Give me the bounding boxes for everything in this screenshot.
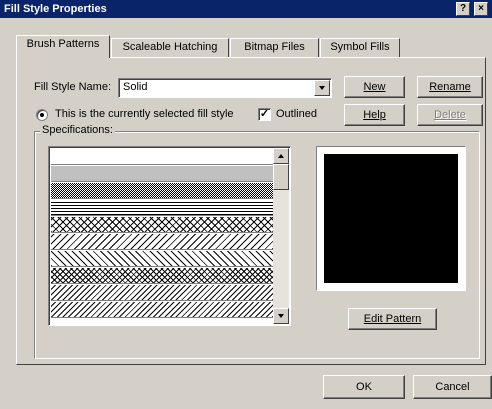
current-style-label: This is the currently selected fill styl… bbox=[55, 108, 234, 120]
specifications-label: Specifications: bbox=[40, 124, 115, 136]
ok-button-label: OK bbox=[356, 381, 372, 393]
dropdown-arrow-button[interactable] bbox=[314, 80, 330, 96]
edit-pattern-button-label: Edit Pattern bbox=[363, 313, 422, 325]
pattern-horizontal-lines[interactable] bbox=[51, 200, 273, 216]
chevron-down-icon bbox=[319, 86, 325, 90]
cancel-button-label: Cancel bbox=[435, 381, 470, 393]
outlined-checkbox[interactable]: ✓ bbox=[258, 108, 271, 121]
chevron-up-icon bbox=[278, 154, 284, 158]
pattern-list-scrollbar[interactable] bbox=[273, 148, 289, 324]
pattern-cross-hatch[interactable] bbox=[51, 217, 273, 233]
pattern-preview bbox=[316, 146, 466, 291]
pattern-list[interactable] bbox=[48, 146, 291, 326]
pattern-solid-white[interactable] bbox=[51, 149, 273, 165]
window-title: Fill Style Properties bbox=[4, 3, 107, 15]
pattern-diagonal-back[interactable] bbox=[51, 234, 273, 250]
scroll-down-button[interactable] bbox=[273, 308, 289, 324]
chevron-down-icon bbox=[278, 314, 284, 318]
title-bar[interactable]: Fill Style Properties ? × bbox=[0, 0, 492, 18]
tab-brush-patterns[interactable]: Brush Patterns bbox=[16, 35, 110, 58]
fill-style-name-label: Fill Style Name: bbox=[34, 81, 112, 93]
ok-button[interactable]: OK bbox=[323, 375, 405, 399]
checkmark-icon: ✓ bbox=[259, 108, 270, 120]
help-button[interactable]: Help bbox=[344, 104, 405, 126]
scroll-thumb[interactable] bbox=[273, 164, 289, 190]
delete-button-label: Delete bbox=[434, 109, 466, 121]
rename-button-label: Rename bbox=[429, 81, 471, 93]
tab-scaleable-hatching[interactable]: Scaleable Hatching bbox=[111, 38, 229, 57]
edit-pattern-button[interactable]: Edit Pattern bbox=[348, 308, 437, 330]
scroll-up-button[interactable] bbox=[273, 148, 289, 164]
delete-button[interactable]: Delete bbox=[417, 104, 483, 126]
help-icon[interactable]: ? bbox=[456, 2, 470, 16]
preview-swatch bbox=[324, 154, 458, 283]
pattern-diagonal-back-dense[interactable] bbox=[51, 285, 273, 301]
rename-button[interactable]: Rename bbox=[417, 76, 483, 98]
current-style-radio[interactable] bbox=[36, 109, 48, 121]
tab-bitmap-files[interactable]: Bitmap Files bbox=[230, 38, 319, 57]
close-icon[interactable]: × bbox=[474, 2, 488, 16]
outlined-label: Outlined bbox=[276, 108, 317, 120]
help-button-label: Help bbox=[363, 109, 386, 121]
new-button[interactable]: New bbox=[344, 76, 405, 98]
fill-style-name-combo[interactable]: Solid bbox=[118, 78, 332, 98]
fill-style-name-value: Solid bbox=[123, 81, 148, 93]
cancel-button[interactable]: Cancel bbox=[413, 375, 492, 399]
pattern-diagonal-forward[interactable] bbox=[51, 251, 273, 267]
new-button-label: New bbox=[363, 81, 386, 93]
pattern-diagonal-back-dense[interactable] bbox=[51, 302, 273, 318]
fill-style-dialog: Fill Style Properties ? × Brush Patterns… bbox=[0, 0, 492, 409]
pattern-light-gray[interactable] bbox=[51, 166, 273, 182]
radio-selected-dot bbox=[40, 113, 44, 117]
pattern-dense-dots[interactable] bbox=[51, 183, 273, 199]
tab-symbol-fills[interactable]: Symbol Fills bbox=[320, 38, 400, 57]
pattern-diagonal-cross[interactable] bbox=[51, 268, 273, 284]
